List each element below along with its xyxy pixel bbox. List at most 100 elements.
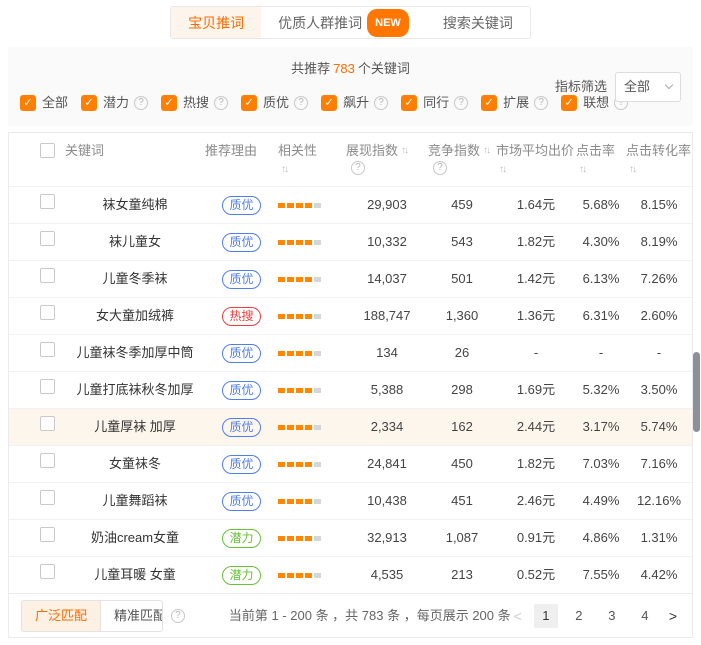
- relevance-cell: [278, 425, 346, 430]
- checkbox-icon[interactable]: [321, 95, 337, 111]
- relevance-cell: [278, 277, 346, 282]
- reason-cell: 质优: [205, 230, 278, 254]
- relevance-bars: [278, 462, 346, 467]
- help-icon[interactable]: [134, 96, 148, 110]
- relevance-bar: [278, 351, 285, 356]
- checkbox-icon[interactable]: [481, 95, 497, 111]
- match-mode-button[interactable]: 广泛匹配: [22, 601, 100, 631]
- metric-filter-select[interactable]: 全部: [615, 72, 681, 102]
- filter-checkbox-item[interactable]: 潜力: [81, 91, 148, 115]
- filter-checkbox-item[interactable]: 热搜: [161, 91, 228, 115]
- reason-tag: 质优: [222, 455, 260, 474]
- page-button[interactable]: 3: [600, 604, 624, 628]
- checkbox-icon[interactable]: [401, 95, 417, 111]
- checkbox-icon[interactable]: [241, 95, 257, 111]
- row-checkbox[interactable]: [40, 194, 55, 209]
- prev-page-button[interactable]: [511, 604, 525, 628]
- row-checkbox[interactable]: [40, 379, 55, 394]
- relevance-bar: [305, 499, 312, 504]
- select-all-checkbox[interactable]: [40, 143, 55, 158]
- column-label: 推荐理由: [205, 142, 257, 160]
- reason-tag: 质优: [222, 381, 260, 400]
- row-checkbox[interactable]: [40, 231, 55, 246]
- checkbox-icon[interactable]: [81, 95, 97, 111]
- reason-tag: 热搜: [222, 307, 260, 326]
- cvr-value: 7.16%: [626, 452, 692, 476]
- help-icon[interactable]: [454, 96, 468, 110]
- row-checkbox[interactable]: [40, 564, 55, 579]
- next-page-button[interactable]: [666, 604, 680, 628]
- match-mode-button[interactable]: 精准匹配: [100, 601, 163, 631]
- row-checkbox[interactable]: [40, 305, 55, 320]
- keyword-cell: 儿童厚袜 加厚: [65, 415, 205, 439]
- filter-checkbox-item[interactable]: 扩展: [481, 91, 548, 115]
- sort-icon[interactable]: [499, 161, 505, 179]
- sort-icon[interactable]: [401, 142, 407, 160]
- reason-cell: 质优: [205, 452, 278, 476]
- relevance-bar: [278, 388, 285, 393]
- sort-icon[interactable]: [579, 161, 585, 179]
- column-label: 市场平均出价: [496, 142, 574, 160]
- row-checkbox-cell: [9, 341, 65, 365]
- help-icon[interactable]: [351, 161, 365, 175]
- relevance-bar: [296, 203, 303, 208]
- tab[interactable]: 宝贝推词: [171, 7, 261, 38]
- sort-icon[interactable]: [629, 161, 635, 179]
- relevance-bars: [278, 499, 346, 504]
- cvr-value: 12.16%: [626, 489, 692, 513]
- checkbox-icon[interactable]: [161, 95, 177, 111]
- relevance-bar: [278, 314, 285, 319]
- filter-checkbox-item[interactable]: 全部: [20, 91, 68, 115]
- reason-tag: 质优: [222, 233, 260, 252]
- sort-icon[interactable]: [281, 161, 287, 179]
- table-row: 儿童打底袜秋冬加厚 质优 5,388 298 1.69元 5.32% 3.50%: [9, 371, 692, 408]
- reason-cell: 质优: [205, 378, 278, 402]
- row-checkbox[interactable]: [40, 490, 55, 505]
- row-checkbox[interactable]: [40, 453, 55, 468]
- column-header-7[interactable]: 点击率: [576, 142, 626, 179]
- column-header-4[interactable]: 展现指数: [346, 142, 428, 175]
- scrollbar-thumb[interactable]: [693, 352, 700, 432]
- row-checkbox[interactable]: [40, 527, 55, 542]
- page-button[interactable]: 2: [567, 604, 591, 628]
- column-header-3[interactable]: 相关性: [278, 142, 346, 179]
- row-checkbox[interactable]: [40, 342, 55, 357]
- ctr-value: 3.17%: [576, 415, 626, 439]
- help-icon[interactable]: [294, 96, 308, 110]
- page-button[interactable]: 1: [534, 604, 558, 628]
- filter-checkbox-item[interactable]: 质优: [241, 91, 308, 115]
- column-header-8[interactable]: 点击转化率: [626, 142, 692, 179]
- tab[interactable]: 搜索关键词: [426, 7, 530, 38]
- filter-checkbox-item[interactable]: 飙升: [321, 91, 388, 115]
- column-header-6[interactable]: 市场平均出价: [496, 142, 576, 179]
- competition-value: 1,087: [428, 526, 496, 550]
- filter-checkbox-item[interactable]: 同行: [401, 91, 468, 115]
- row-checkbox[interactable]: [40, 416, 55, 431]
- ctr-value: 4.49%: [576, 489, 626, 513]
- help-icon[interactable]: [433, 161, 447, 175]
- tab[interactable]: 优质人群推词 NEW: [261, 7, 426, 38]
- impressions-value: 4,535: [346, 563, 428, 587]
- competition-value: 451: [428, 489, 496, 513]
- help-icon[interactable]: [534, 96, 548, 110]
- help-icon[interactable]: [171, 609, 185, 623]
- keyword-label: 儿童耳暖 女童: [94, 567, 176, 582]
- table-row: 儿童袜冬季加厚中筒 质优 134 26 - - -: [9, 334, 692, 371]
- relevance-bar: [287, 499, 294, 504]
- reason-cell: 潜力: [205, 526, 278, 550]
- sort-icon[interactable]: [483, 142, 489, 160]
- relevance-bars: [278, 573, 346, 578]
- page-button[interactable]: 4: [633, 604, 657, 628]
- keyword-cell: 袜女童纯棉: [65, 193, 205, 217]
- row-checkbox-cell: [9, 304, 65, 328]
- help-icon[interactable]: [374, 96, 388, 110]
- relevance-bar: [287, 277, 294, 282]
- help-icon[interactable]: [214, 96, 228, 110]
- impressions-value: 29,903: [346, 193, 428, 217]
- select-all-cell: [9, 142, 65, 166]
- relevance-bars: [278, 203, 346, 208]
- ctr-value: 6.13%: [576, 267, 626, 291]
- column-header-5[interactable]: 竞争指数: [428, 142, 496, 175]
- checkbox-icon[interactable]: [20, 95, 36, 111]
- row-checkbox[interactable]: [40, 268, 55, 283]
